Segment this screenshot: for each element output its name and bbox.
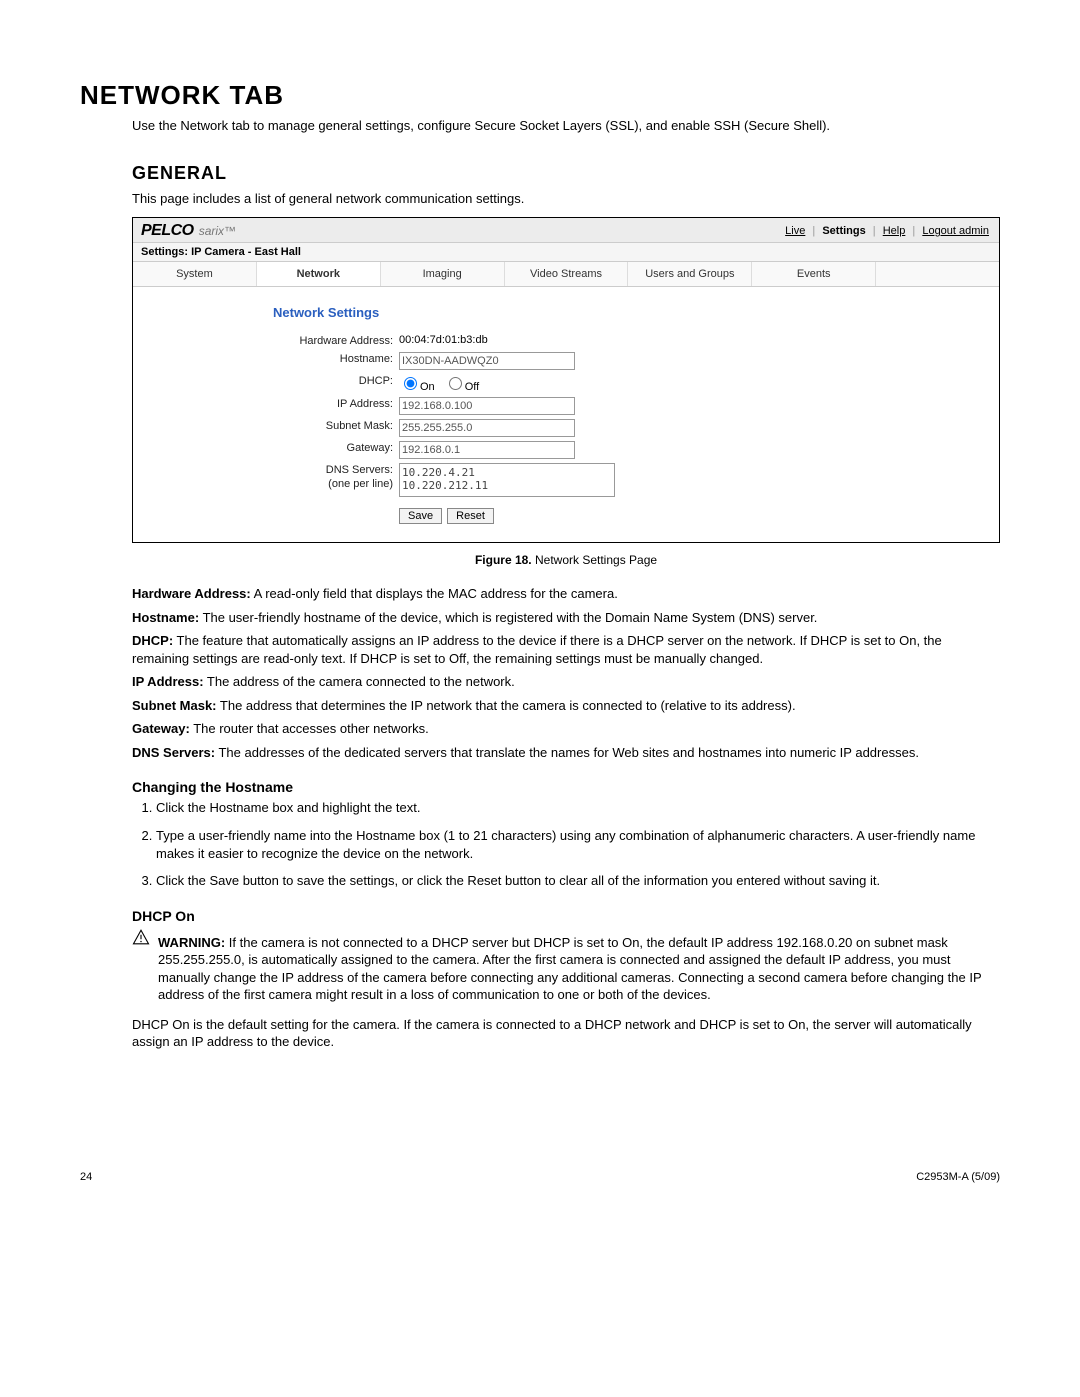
screenshot-network-settings: PELCO sarix™ Live | Settings | Help | Lo… [132,217,1000,543]
def-gateway: Gateway: The router that accesses other … [132,720,1000,738]
tab-video-streams[interactable]: Video Streams [505,262,629,286]
input-ip[interactable] [399,397,575,415]
page-title: NETWORK TAB [80,80,1000,111]
link-settings[interactable]: Settings [822,225,865,237]
input-subnet[interactable] [399,419,575,437]
link-live[interactable]: Live [785,225,805,237]
label-subnet: Subnet Mask: [273,419,399,433]
tab-events[interactable]: Events [752,262,876,286]
tab-users-groups[interactable]: Users and Groups [628,262,752,286]
brand-logo: PELCO [141,222,194,240]
page-footer: 24 C2953M-A (5/09) [80,1171,1000,1183]
input-gateway[interactable] [399,441,575,459]
tab-empty [876,262,999,286]
intro-text: Use the Network tab to manage general se… [132,117,1000,135]
list-item: Click the Save button to save the settin… [156,872,1000,890]
tab-system[interactable]: System [133,262,257,286]
warning-icon [132,928,150,949]
label-gateway: Gateway: [273,441,399,455]
footer-doc-id: C2953M-A (5/09) [916,1171,1000,1183]
list-item: Type a user-friendly name into the Hostn… [156,827,1000,862]
hostname-heading: Changing the Hostname [132,779,1000,795]
label-ip: IP Address: [273,397,399,411]
general-intro: This page includes a list of general net… [132,190,1000,208]
input-dns[interactable]: 10.220.4.21 10.220.212.11 [399,463,615,497]
hostname-steps: Click the Hostname box and highlight the… [150,799,1000,889]
brand-subtext: sarix™ [199,224,236,238]
tab-bar: System Network Imaging Video Streams Use… [133,262,999,287]
panel-title: Network Settings [273,305,999,320]
def-dns: DNS Servers: The addresses of the dedica… [132,744,1000,762]
save-button[interactable]: Save [399,508,442,524]
def-hostname: Hostname: The user-friendly hostname of … [132,609,1000,627]
link-logout[interactable]: Logout admin [922,225,989,237]
figure-caption: Figure 18. Network Settings Page [132,553,1000,567]
def-subnet: Subnet Mask: The address that determines… [132,697,1000,715]
label-hw-address: Hardware Address: [273,334,399,348]
tab-network[interactable]: Network [257,262,381,286]
warning-text: WARNING: If the camera is not connected … [158,934,1000,1004]
warning-block: WARNING: If the camera is not connected … [132,928,1000,1010]
label-dns: DNS Servers: (one per line) [273,463,399,491]
value-hw-address: 00:04:7d:01:b3:db [399,334,488,346]
input-hostname[interactable] [399,352,575,370]
label-dhcp: DHCP: [273,374,399,388]
def-ip: IP Address: The address of the camera co… [132,673,1000,691]
list-item: Click the Hostname box and highlight the… [156,799,1000,817]
dhcp-paragraph: DHCP On is the default setting for the c… [132,1016,1000,1051]
def-hw: Hardware Address: A read-only field that… [132,585,1000,603]
link-help[interactable]: Help [883,225,906,237]
label-hostname: Hostname: [273,352,399,366]
breadcrumb: Settings: IP Camera - East Hall [133,242,999,262]
general-heading: GENERAL [132,163,1000,184]
def-dhcp: DHCP: The feature that automatically ass… [132,632,1000,667]
reset-button[interactable]: Reset [447,508,494,524]
dhcp-on-heading: DHCP On [132,908,1000,924]
radio-dhcp-off[interactable] [449,377,462,390]
radio-dhcp-on[interactable] [404,377,417,390]
top-nav: Live | Settings | Help | Logout admin [783,225,991,237]
footer-page-number: 24 [80,1171,92,1183]
tab-imaging[interactable]: Imaging [381,262,505,286]
